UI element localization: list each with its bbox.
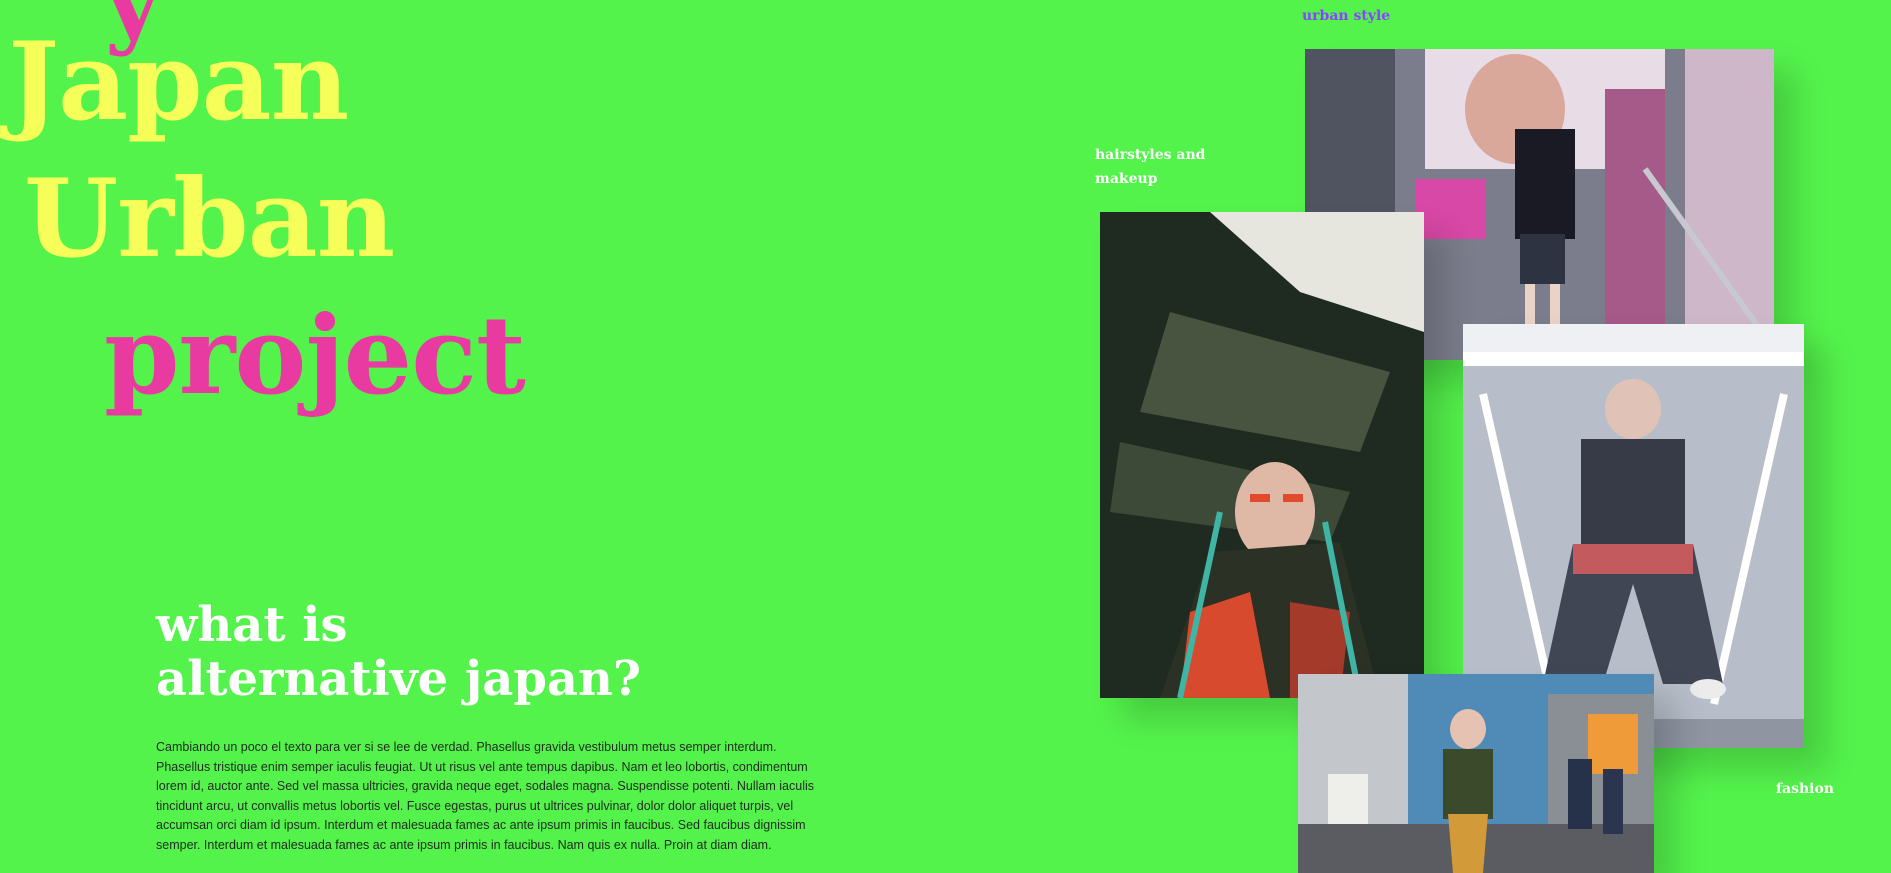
section-title-line1: what is	[156, 597, 348, 653]
gallery-label-fashion: fashion	[1776, 781, 1834, 797]
gallery-label-urban-style: urban style	[1302, 8, 1391, 24]
section-title: what is alternative japan?	[156, 598, 641, 706]
photo-fashion-street	[1298, 674, 1654, 873]
hero-title-japan: Japan	[8, 19, 349, 145]
gallery-label-hairstyles: hairstyles and makeup	[1095, 147, 1206, 187]
section-body-text: Cambiando un poco el texto para ver si s…	[156, 740, 814, 852]
hero-title-project: project	[104, 293, 526, 419]
section-title-line2: alternative japan?	[156, 651, 642, 707]
photo-hairstyles-makeup	[1100, 212, 1424, 698]
hero-title-urban: Urban	[24, 156, 395, 282]
